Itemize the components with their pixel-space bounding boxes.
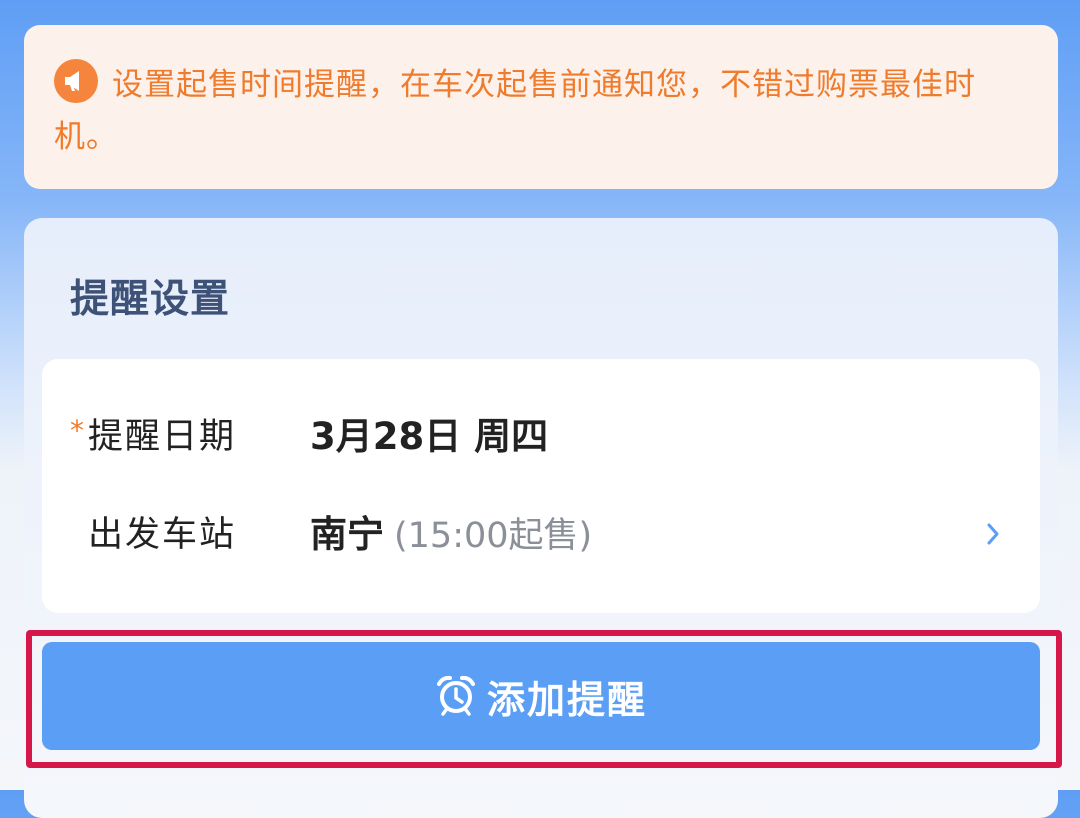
required-mark: * xyxy=(70,414,86,447)
departure-station-row[interactable]: 出发车站 南宁 (15:00起售) xyxy=(42,505,1040,565)
megaphone-icon xyxy=(54,59,98,103)
settings-title: 提醒设置 xyxy=(70,277,231,322)
alarm-clock-icon xyxy=(435,674,477,719)
reminder-date-label: * 提醒日期 xyxy=(70,407,237,467)
departure-station-label: 出发车站 xyxy=(88,515,237,555)
station-name: 南宁 xyxy=(310,513,384,556)
reminder-date-value: 3月28日 周四 xyxy=(310,415,549,458)
sale-reminder-notice: 设置起售时间提醒，在车次起售前通知您，不错过购票最佳时机。 xyxy=(24,25,1058,189)
notice-text-block: 设置起售时间提醒，在车次起售前通知您，不错过购票最佳时机。 xyxy=(54,59,1024,163)
reminder-date-row: * 提醒日期 3月28日 周四 xyxy=(42,407,1040,467)
departure-station-value: 南宁 (15:00起售) xyxy=(310,505,592,566)
chevron-right-icon[interactable] xyxy=(986,522,1000,550)
reminder-form-card: * 提醒日期 3月28日 周四 出发车站 南宁 (15:00起售) xyxy=(42,359,1040,613)
add-reminder-button[interactable]: 添加提醒 xyxy=(42,642,1040,750)
notice-message: 设置起售时间提醒，在车次起售前通知您，不错过购票最佳时机。 xyxy=(54,67,976,155)
sale-start-time: (15:00起售) xyxy=(394,516,593,556)
add-reminder-label: 添加提醒 xyxy=(486,679,647,722)
reminder-date-label-text: 提醒日期 xyxy=(88,417,237,457)
